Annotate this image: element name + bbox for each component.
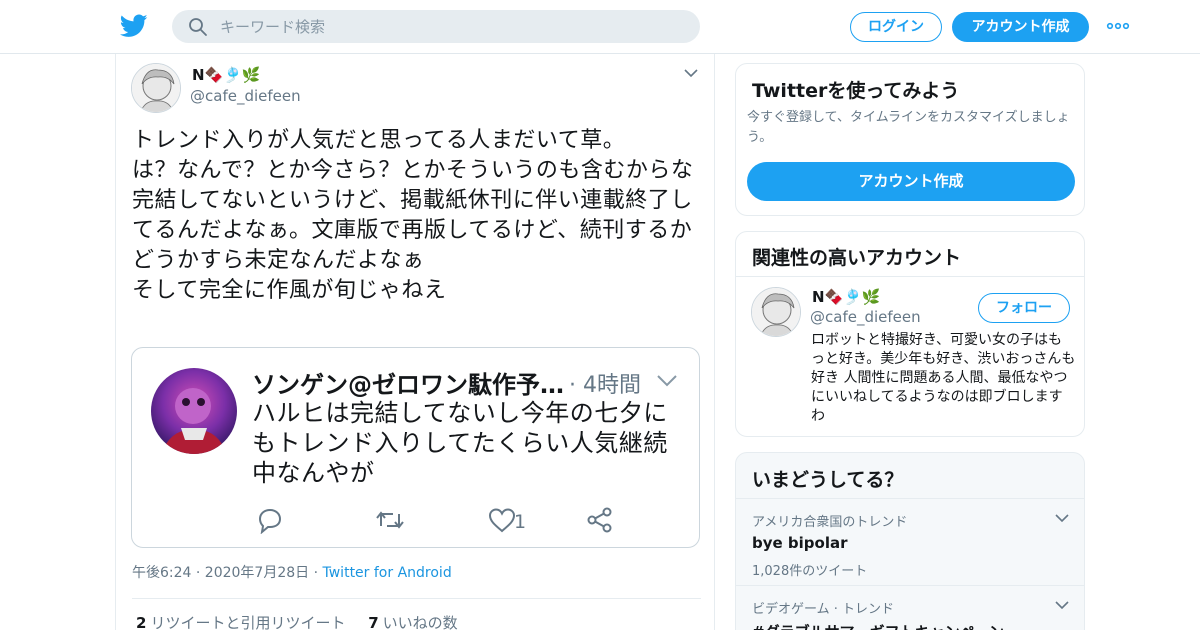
trend-item[interactable]: ビデオゲーム · トレンド #グラブルサマーギフトキャンペーン xyxy=(752,598,1072,630)
signup-button[interactable]: アカウント作成 xyxy=(952,12,1089,42)
avatar[interactable] xyxy=(751,287,801,337)
like-heart-icon[interactable] xyxy=(487,506,517,534)
chevron-down-icon[interactable] xyxy=(684,68,698,78)
quoted-timestamp[interactable]: · 4時間 xyxy=(569,367,641,399)
avatar[interactable] xyxy=(131,63,181,113)
quoted-avatar-illustration xyxy=(151,368,237,454)
chevron-down-icon[interactable] xyxy=(1055,600,1069,610)
user-display-name[interactable]: N🍫🎐🌿 xyxy=(192,66,261,84)
quoted-user-name[interactable]: ソンゲン@ゼロワン駄作予… xyxy=(252,365,564,400)
quoted-like-count: 1 xyxy=(514,511,527,533)
trends-card: いまどうしてる？ アメリカ合衆国のトレンド bye bipolar 1,028件… xyxy=(735,452,1085,630)
trend-context: ビデオゲーム · トレンド xyxy=(752,602,895,617)
reply-icon[interactable] xyxy=(255,506,283,534)
twitter-bird-icon[interactable] xyxy=(120,13,148,39)
signup-card-description: 今すぐ登録して、タイムラインをカスタマイズしましょう。 xyxy=(747,110,1070,145)
tweet-source-link[interactable]: Twitter for Android xyxy=(323,565,452,581)
tweet-meta: 午後6:24 · 2020年7月28日 · Twitter for Androi… xyxy=(132,562,452,582)
tweet-stats: 2 リツイートと引用リツイート 7 いいねの数 xyxy=(136,612,458,630)
top-navbar: ログイン アカウント作成 xyxy=(0,0,1200,54)
trend-item[interactable]: アメリカ合衆国のトレンド bye bipolar 1,028件のツイート xyxy=(752,511,1072,579)
login-button[interactable]: ログイン xyxy=(850,12,942,42)
like-label: いいねの数 xyxy=(382,614,458,630)
avatar-illustration xyxy=(132,64,180,112)
search-icon xyxy=(189,18,207,36)
search-box[interactable] xyxy=(172,10,700,43)
more-dots-icon[interactable] xyxy=(1106,20,1130,32)
share-icon[interactable] xyxy=(586,506,614,534)
like-count: 7 xyxy=(368,614,379,630)
divider xyxy=(132,598,701,599)
quoted-tweet-card[interactable]: ソンゲン@ゼロワン駄作予… · 4時間 ハルヒは完結してないし今年の七夕にもトレ… xyxy=(131,347,700,548)
quoted-avatar[interactable] xyxy=(151,368,237,454)
avatar-illustration xyxy=(752,288,800,336)
like-stat[interactable]: 7 いいねの数 xyxy=(368,614,457,630)
trend-name: #グラブルサマーギフトキャンペーン xyxy=(752,621,1072,630)
retweet-label: リツイートと引用リツイート xyxy=(150,614,346,630)
trend-context: アメリカ合衆国のトレンド xyxy=(752,515,908,530)
retweet-stat[interactable]: 2 リツイートと引用リツイート xyxy=(136,614,345,630)
divider xyxy=(736,498,1084,499)
tweet-timestamp[interactable]: 午後6:24 · 2020年7月28日 · xyxy=(132,565,323,581)
retweet-icon[interactable] xyxy=(374,506,406,534)
tweet-column: N🍫🎐🌿 @cafe_diefeen トレンド入りが人気だと思ってる人まだいて草… xyxy=(115,54,715,630)
search-input[interactable] xyxy=(220,10,690,43)
chevron-down-icon[interactable] xyxy=(656,374,678,388)
quoted-tweet-text: ハルヒは完結してないし今年の七夕にもトレンド入りしてたくらい人気継続中なんやが xyxy=(252,399,668,487)
quoted-action-bar xyxy=(252,506,652,536)
chevron-down-icon[interactable] xyxy=(1055,513,1069,523)
trends-title: いまどうしてる？ xyxy=(752,469,904,491)
signup-card: Twitterを使ってみよう 今すぐ登録して、タイムラインをカスタマイズしましょ… xyxy=(735,63,1085,216)
tweet-text: トレンド入りが人気だと思ってる人まだいて草。 は？なんで？とか今さら？とかそうい… xyxy=(132,128,694,303)
related-account-bio: ロボットと特撮好き、可愛い女の子はもっと好き。美少年も好き、渋いおっさんも好き … xyxy=(811,332,1076,424)
retweet-count: 2 xyxy=(136,614,147,630)
signup-card-title: Twitterを使ってみよう xyxy=(752,80,960,102)
user-handle[interactable]: @cafe_diefeen xyxy=(190,87,301,105)
signup-card-button[interactable]: アカウント作成 xyxy=(747,162,1075,201)
trend-tweet-count: 1,028件のツイート xyxy=(752,564,868,579)
trend-name: bye bipolar xyxy=(752,534,848,552)
related-account-name[interactable]: N🍫🎐🌿 xyxy=(812,288,881,306)
divider xyxy=(736,276,1084,277)
related-accounts-title: 関連性の高いアカウント xyxy=(752,247,962,269)
related-account-handle[interactable]: @cafe_diefeen xyxy=(810,308,921,326)
divider xyxy=(736,585,1084,586)
related-accounts-card: 関連性の高いアカウント N🍫🎐🌿 @cafe_diefeen フォロー ロボット… xyxy=(735,231,1085,437)
follow-button[interactable]: フォロー xyxy=(978,293,1070,323)
